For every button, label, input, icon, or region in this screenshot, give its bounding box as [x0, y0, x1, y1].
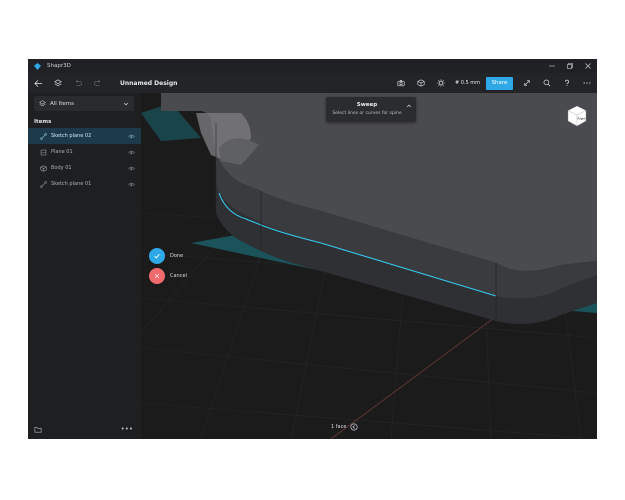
- expand-icon: [524, 80, 530, 86]
- checkmark-icon: [154, 253, 160, 259]
- 3d-viewport[interactable]: Right Sweep Select lines or curves for s…: [141, 93, 597, 439]
- gear-icon: [437, 79, 445, 87]
- items-filter-dropdown[interactable]: All Items: [34, 96, 134, 111]
- cancel-button[interactable]: [149, 268, 165, 284]
- selection-status: 1 face: [331, 423, 358, 431]
- camera-button[interactable]: [391, 73, 411, 93]
- title-bar: Shapr3D: [28, 59, 597, 73]
- done-label: Done: [170, 253, 184, 259]
- items-heading: Items: [34, 119, 52, 125]
- app-title: Shapr3D: [47, 63, 71, 69]
- back-button[interactable]: [28, 73, 48, 93]
- layers-icon: [54, 79, 62, 87]
- item-label: Sketch plane 02: [51, 133, 92, 139]
- view-cube[interactable]: Right: [566, 105, 588, 127]
- document-title[interactable]: Unnamed Design: [120, 80, 177, 87]
- item-label: Body 01: [51, 165, 72, 171]
- eye-icon[interactable]: [128, 166, 135, 171]
- sweep-title: Sweep: [356, 102, 378, 108]
- share-button[interactable]: Share: [486, 76, 513, 90]
- window-controls: [543, 59, 597, 73]
- eye-icon[interactable]: [128, 134, 135, 139]
- items-filter-label: All Items: [50, 100, 74, 107]
- undo-icon: [75, 79, 82, 86]
- undo-button[interactable]: [68, 73, 88, 93]
- shapr3d-logo-icon: [34, 62, 41, 70]
- item-list: Sketch plane 02 Plane 01 Body 01 Sketch …: [28, 128, 141, 192]
- cancel-action[interactable]: Cancel: [149, 268, 187, 284]
- sketch-icon: [40, 180, 47, 188]
- sweep-hint: Select lines or curves for spine: [332, 111, 402, 116]
- minimize-icon: [549, 65, 555, 67]
- layers-icon: [39, 100, 46, 107]
- item-sketch-plane-02[interactable]: Sketch plane 02: [28, 128, 141, 144]
- settings-button[interactable]: [431, 73, 451, 93]
- item-sketch-plane-01[interactable]: Sketch plane 01: [28, 176, 141, 192]
- minimize-button[interactable]: [543, 59, 561, 73]
- app-window: Shapr3D Unnamed Design # 0.5 mm Share Al…: [28, 59, 597, 439]
- grid-snap-value[interactable]: # 0.5 mm: [455, 80, 480, 86]
- eye-icon[interactable]: [128, 182, 135, 187]
- close-icon: [585, 63, 591, 69]
- redo-icon: [94, 79, 101, 86]
- more-horizontal-icon: [583, 82, 591, 84]
- visibility-settings-button[interactable]: [411, 73, 431, 93]
- expand-button[interactable]: [517, 73, 537, 93]
- sweep-tool-panel[interactable]: Sweep Select lines or curves for spine: [326, 97, 416, 122]
- item-body-01[interactable]: Body 01: [28, 160, 141, 176]
- done-button[interactable]: [149, 248, 165, 264]
- folder-icon[interactable]: [34, 426, 42, 433]
- close-icon: [154, 273, 160, 279]
- item-label: Plane 01: [51, 149, 73, 155]
- selection-count: 1 face: [331, 424, 347, 430]
- done-action[interactable]: Done: [149, 248, 183, 264]
- cancel-label: Cancel: [170, 273, 187, 279]
- view-cube-face-label: Right: [578, 117, 587, 121]
- restore-button[interactable]: [561, 59, 579, 73]
- more-options-button[interactable]: [577, 73, 597, 93]
- item-plane-01[interactable]: Plane 01: [28, 144, 141, 160]
- redo-button[interactable]: [88, 73, 108, 93]
- toolbar-right: # 0.5 mm Share: [391, 73, 597, 93]
- body-icon: [40, 164, 47, 172]
- toolbar: Unnamed Design # 0.5 mm Share: [28, 73, 597, 93]
- restore-icon: [567, 63, 573, 69]
- chevron-down-icon: [123, 102, 129, 105]
- history-button[interactable]: [48, 73, 68, 93]
- camera-icon: [397, 80, 405, 87]
- selection-back-icon[interactable]: [350, 423, 358, 431]
- cube-icon: [417, 79, 425, 87]
- help-icon: [565, 79, 569, 87]
- sidebar-footer: •••: [28, 425, 141, 435]
- sketch-icon: [40, 132, 47, 140]
- sidebar-more-button[interactable]: •••: [121, 425, 133, 433]
- search-icon: [543, 79, 551, 87]
- chevron-up-icon[interactable]: [406, 103, 412, 109]
- search-button[interactable]: [537, 73, 557, 93]
- scene-canvas[interactable]: [141, 93, 597, 439]
- item-label: Sketch plane 01: [51, 181, 92, 187]
- items-sidebar: All Items Items Sketch plane 02 Plane 01…: [28, 93, 141, 439]
- close-window-button[interactable]: [579, 59, 597, 73]
- help-button[interactable]: [557, 73, 577, 93]
- plane-icon: [40, 149, 47, 155]
- arrow-left-icon: [33, 79, 42, 87]
- eye-icon[interactable]: [128, 150, 135, 155]
